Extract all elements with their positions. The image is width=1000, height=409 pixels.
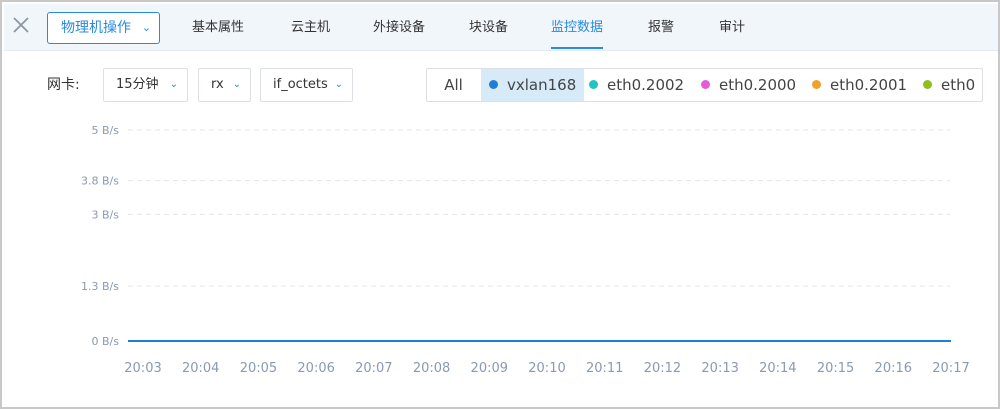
- series-legend: All vxlan168 eth0.2002 eth0.2000 eth0.20…: [426, 68, 983, 102]
- y-tick-label: 5 B/s: [92, 124, 120, 137]
- chart-y-axis: 5 B/s 3.8 B/s 3 B/s 1.3 B/s 0 B/s: [81, 124, 119, 348]
- legend-label: eth0.2002: [607, 76, 685, 94]
- x-tick-label: 20:08: [413, 361, 450, 376]
- monitor-panel: 物理机操作 ⌄ 基本属性 云主机 外接设备 块设备 监控数据 报警 审计 网卡:…: [0, 0, 1000, 409]
- legend-label: eth0.2001: [830, 76, 908, 94]
- x-tick-label: 20:10: [528, 361, 565, 376]
- x-tick-label: 20:05: [240, 361, 277, 376]
- x-tick-label: 20:12: [644, 361, 681, 376]
- host-actions-label: 物理机操作: [61, 20, 131, 36]
- tab-monitoring-data[interactable]: 监控数据: [551, 4, 604, 51]
- legend-item-eth0[interactable]: eth0: [923, 69, 982, 101]
- direction-select[interactable]: rx ⌄: [198, 68, 251, 102]
- series-dot-icon: [812, 80, 821, 89]
- series-dot-icon: [923, 80, 932, 89]
- legend-label: vxlan168: [507, 76, 577, 94]
- time-range-select[interactable]: 15分钟 ⌄: [103, 68, 188, 102]
- x-tick-label: 20:15: [817, 361, 854, 376]
- tab-audit[interactable]: 审计: [719, 4, 745, 51]
- x-tick-label: 20:04: [182, 361, 219, 376]
- series-dot-icon: [489, 80, 498, 89]
- metric-select[interactable]: if_octets ⌄: [260, 68, 353, 102]
- tab-basic-properties[interactable]: 基本属性: [192, 4, 244, 51]
- y-tick-label: 1.3 B/s: [81, 280, 119, 293]
- host-actions-button[interactable]: 物理机操作 ⌄: [47, 12, 160, 44]
- legend-label: eth0.2000: [719, 76, 797, 94]
- chevron-down-icon: ⌄: [169, 79, 178, 90]
- y-tick-label: 3 B/s: [92, 208, 120, 221]
- chart-gridlines: [128, 129, 950, 287]
- x-tick-label: 20:16: [875, 361, 912, 376]
- legend-item-eth0-2001[interactable]: eth0.2001: [812, 69, 917, 101]
- detail-header: 物理机操作 ⌄ 基本属性 云主机 外接设备 块设备 监控数据 报警 审计: [4, 4, 998, 51]
- close-icon: [13, 17, 29, 33]
- series-dot-icon: [589, 80, 598, 89]
- close-button[interactable]: [10, 14, 32, 36]
- x-tick-label: 20:13: [701, 361, 738, 376]
- legend-item-vxlan168[interactable]: vxlan168: [481, 69, 584, 101]
- x-tick-label: 20:09: [471, 361, 508, 376]
- legend-all[interactable]: All: [427, 69, 480, 101]
- nic-label: 网卡:: [47, 77, 80, 93]
- direction-value: rx: [211, 77, 224, 92]
- chart-x-axis: 20:03 20:04 20:05 20:06 20:07 20:08 20:09 20:10…: [124, 361, 969, 376]
- legend-label: eth0: [941, 76, 976, 94]
- metric-value: if_octets: [273, 77, 328, 92]
- tab-external-devices[interactable]: 外接设备: [373, 4, 425, 51]
- time-range-value: 15分钟: [116, 77, 159, 92]
- chevron-down-icon: ⌄: [232, 79, 241, 90]
- y-tick-label: 3.8 B/s: [81, 175, 119, 188]
- tab-alarms[interactable]: 报警: [648, 4, 674, 51]
- tab-block-devices[interactable]: 块设备: [469, 4, 508, 51]
- y-tick-label: 0 B/s: [92, 335, 120, 348]
- tab-vm-instances[interactable]: 云主机: [291, 4, 330, 51]
- legend-item-eth0-2002[interactable]: eth0.2002: [589, 69, 694, 101]
- chevron-down-icon: ⌄: [334, 79, 343, 90]
- x-tick-label: 20:07: [355, 361, 392, 376]
- traffic-line-chart: 5 B/s 3.8 B/s 3 B/s 1.3 B/s 0 B/s 20:03 20:04…: [81, 124, 970, 376]
- x-tick-label: 20:14: [759, 361, 796, 376]
- chevron-down-icon: ⌄: [141, 21, 151, 34]
- legend-item-eth0-2000[interactable]: eth0.2000: [701, 69, 806, 101]
- series-dot-icon: [701, 80, 710, 89]
- x-tick-label: 20:17: [932, 361, 969, 376]
- x-tick-label: 20:11: [586, 361, 623, 376]
- x-tick-label: 20:03: [124, 361, 161, 376]
- x-tick-label: 20:06: [297, 361, 334, 376]
